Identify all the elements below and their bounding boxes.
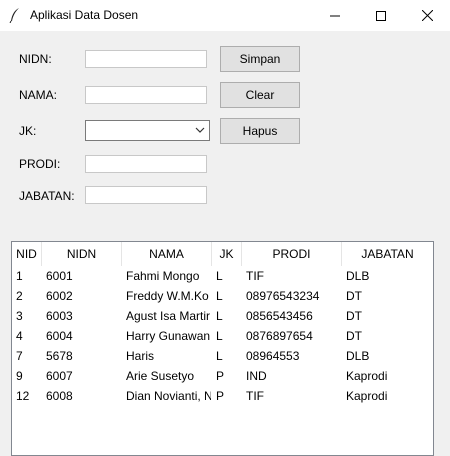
column-header-prodi[interactable]: PRODI: [242, 242, 342, 266]
table-row[interactable]: 12 6008 Dian Novianti, N P TIF Kaprodi: [12, 386, 433, 406]
dosen-table[interactable]: NID NIDN NAMA JK PRODI JABATAN 1 6001 Fa…: [11, 241, 434, 456]
nama-label: NAMA:: [19, 88, 58, 102]
nidn-field[interactable]: [85, 50, 207, 68]
nidn-label: NIDN:: [19, 52, 52, 66]
maximize-button[interactable]: [358, 0, 404, 31]
cell-prodi: 0876897654: [246, 329, 313, 343]
cell-nama: Haris: [126, 349, 155, 363]
hapus-button[interactable]: Hapus: [220, 118, 300, 144]
cell-nid: 12: [16, 389, 30, 403]
cell-nidn: 6001: [46, 269, 73, 283]
cell-nidn: 6003: [46, 309, 73, 323]
cell-jk: L: [216, 349, 223, 363]
jabatan-label: JABATAN:: [19, 189, 75, 203]
cell-nama: Arie Susetyo: [126, 369, 195, 383]
cell-jabatan: DLB: [346, 349, 370, 363]
table-header: NID NIDN NAMA JK PRODI JABATAN: [12, 242, 433, 266]
nama-field[interactable]: [85, 86, 207, 104]
cell-nid: 2: [16, 289, 23, 303]
cell-prodi: 08976543234: [246, 289, 320, 303]
cell-nidn: 5678: [46, 349, 73, 363]
clear-button[interactable]: Clear: [220, 82, 300, 108]
cell-nid: 7: [16, 349, 23, 363]
cell-nama: Dian Novianti, N: [126, 389, 211, 403]
cell-nama: Harry Gunawan: [126, 329, 211, 343]
cell-prodi: 08964553: [246, 349, 300, 363]
cell-nid: 1: [16, 269, 23, 283]
table-row[interactable]: 1 6001 Fahmi Mongo L TIF DLB: [12, 266, 433, 286]
cell-nid: 9: [16, 369, 23, 383]
cell-jabatan: DT: [346, 309, 362, 323]
cell-jabatan: Kaprodi: [346, 369, 388, 383]
cell-nid: 4: [16, 329, 23, 343]
prodi-field[interactable]: [85, 155, 207, 173]
cell-nidn: 6008: [46, 389, 73, 403]
table-row[interactable]: 3 6003 Agust Isa Martir L 0856543456 DT: [12, 306, 433, 326]
window-title: Aplikasi Data Dosen: [30, 8, 139, 22]
cell-nidn: 6002: [46, 289, 73, 303]
cell-nidn: 6007: [46, 369, 73, 383]
column-header-jk[interactable]: JK: [212, 242, 242, 266]
cell-nidn: 6004: [46, 329, 73, 343]
cell-nid: 3: [16, 309, 23, 323]
cell-jk: L: [216, 289, 223, 303]
jabatan-field[interactable]: [85, 186, 207, 204]
title-bar: Aplikasi Data Dosen: [0, 0, 450, 31]
cell-nama: Freddy W.M.Ko: [126, 289, 209, 303]
cell-jk: L: [216, 329, 223, 343]
cell-prodi: IND: [246, 369, 267, 383]
table-row[interactable]: 4 6004 Harry Gunawan L 0876897654 DT: [12, 326, 433, 346]
table-row[interactable]: 2 6002 Freddy W.M.Ko L 08976543234 DT: [12, 286, 433, 306]
close-button[interactable]: [404, 0, 450, 31]
cell-jk: L: [216, 309, 223, 323]
column-header-jabatan[interactable]: JABATAN: [342, 242, 433, 266]
column-header-nid[interactable]: NID: [12, 242, 42, 266]
jk-combobox[interactable]: [85, 120, 210, 141]
cell-jabatan: DT: [346, 329, 362, 343]
column-header-nama[interactable]: NAMA: [122, 242, 212, 266]
cell-jk: P: [216, 369, 225, 383]
cell-nama: Fahmi Mongo: [126, 269, 200, 283]
column-header-nidn[interactable]: NIDN: [42, 242, 122, 266]
cell-jk: P: [216, 389, 225, 403]
minimize-icon: [330, 15, 340, 16]
cell-prodi: 0856543456: [246, 309, 313, 323]
chevron-down-icon[interactable]: [195, 127, 205, 134]
close-icon: [421, 10, 433, 21]
maximize-icon: [376, 10, 386, 21]
simpan-button[interactable]: Simpan: [220, 46, 300, 72]
cell-jabatan: Kaprodi: [346, 389, 388, 403]
cell-jk: L: [216, 269, 223, 283]
minimize-button[interactable]: [312, 0, 358, 31]
cell-jabatan: DLB: [346, 269, 370, 283]
jk-label: JK:: [19, 124, 37, 138]
feather-icon: [9, 8, 19, 23]
table-row[interactable]: 9 6007 Arie Susetyo P IND Kaprodi: [12, 366, 433, 386]
prodi-label: PRODI:: [19, 157, 61, 171]
cell-prodi: TIF: [246, 389, 264, 403]
table-row[interactable]: 7 5678 Haris L 08964553 DLB: [12, 346, 433, 366]
cell-nama: Agust Isa Martir: [126, 309, 211, 323]
cell-prodi: TIF: [246, 269, 264, 283]
cell-jabatan: DT: [346, 289, 362, 303]
